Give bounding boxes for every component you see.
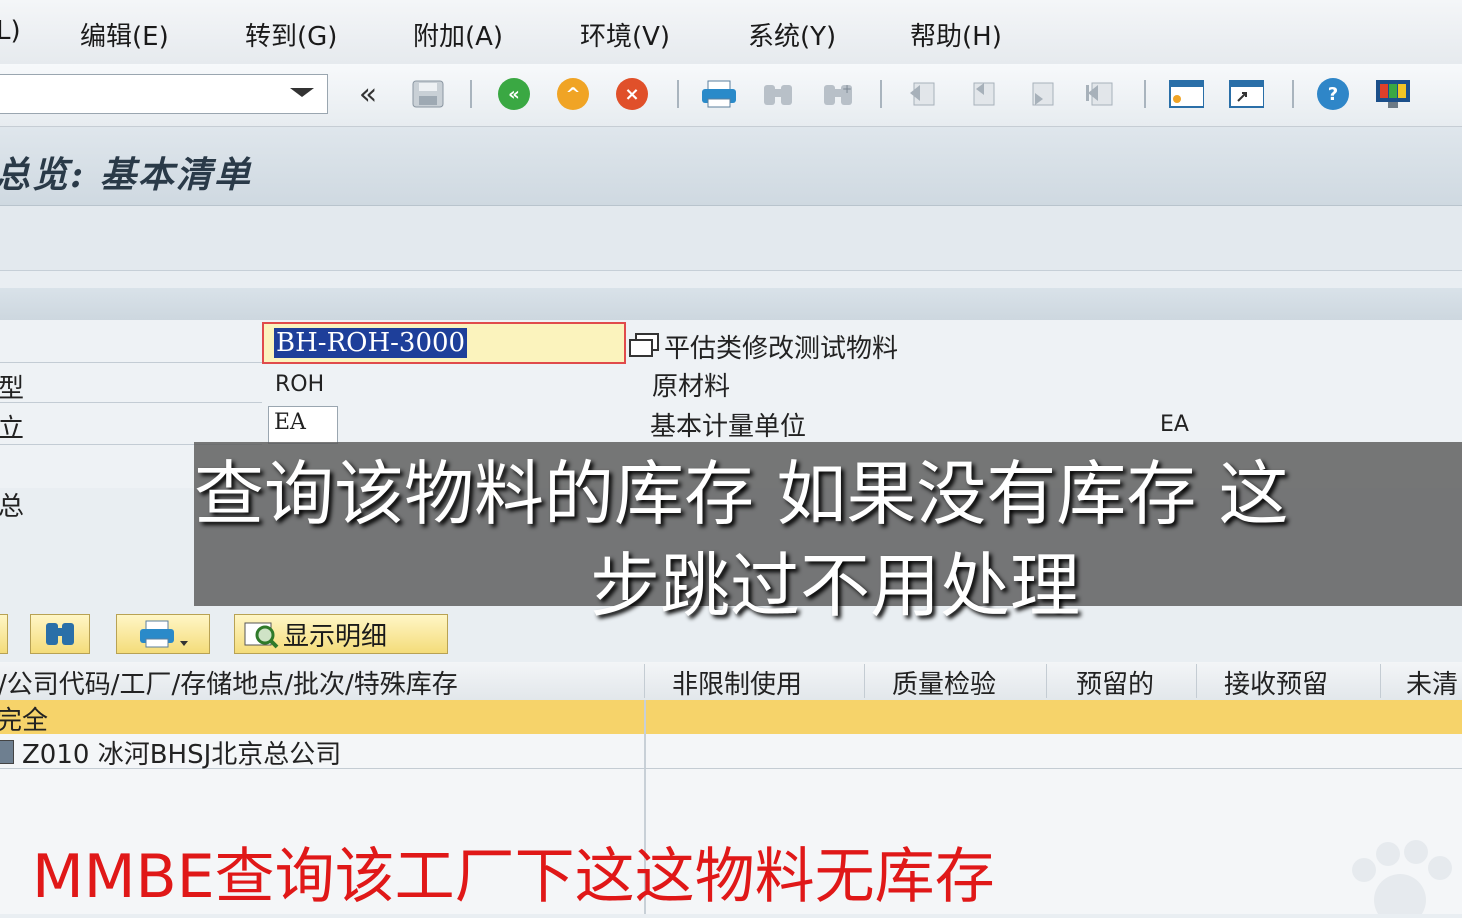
base-unit-value: EA: [274, 410, 306, 435]
find-button[interactable]: [30, 614, 90, 654]
company-node-icon[interactable]: [0, 740, 14, 764]
material-type-label: 型: [0, 374, 25, 404]
toolbar-separator: [1144, 80, 1146, 108]
material-value: BH-ROH-3000: [274, 328, 468, 358]
material-description: 平估类修改测试物料: [664, 334, 899, 364]
find-icon: [46, 623, 74, 645]
menu-item-environment[interactable]: 环境(V): [580, 16, 670, 53]
menu-item-edit[interactable]: 编辑(E): [80, 16, 169, 53]
print-icon[interactable]: [700, 78, 736, 110]
base-unit-description-value: EA: [1160, 412, 1189, 437]
toolbar-separator: [1292, 80, 1294, 108]
help-icon[interactable]: ?: [1315, 78, 1351, 110]
column-header-receipt-reserved[interactable]: 接收预留: [1224, 664, 1328, 701]
menu-item-list[interactable]: L): [0, 16, 21, 46]
display-detail-button[interactable]: 显示明细: [234, 614, 448, 654]
save-icon[interactable]: [410, 78, 446, 110]
material-type-description: 原材料: [652, 372, 731, 402]
column-header-hierarchy[interactable]: /公司代码/工厂/存储地点/批次/特殊库存: [0, 664, 458, 701]
cancel-icon[interactable]: ×: [614, 78, 650, 110]
menu-item-goto[interactable]: 转到(G): [245, 16, 337, 53]
next-page-icon[interactable]: [1024, 78, 1060, 110]
menu-bar: [0, 0, 1462, 65]
column-header-unrestricted[interactable]: 非限制使用: [672, 664, 802, 701]
back-icon[interactable]: «: [496, 78, 532, 110]
base-unit-label: 立: [0, 414, 25, 444]
application-toolbar: [0, 206, 1462, 271]
column-separator: [644, 664, 645, 698]
toolbar-separator: [470, 80, 472, 108]
table-row[interactable]: Z010 冰河BHSJ北京总公司: [22, 734, 341, 771]
find-icon[interactable]: [760, 78, 796, 110]
column-separator: [1380, 664, 1381, 698]
video-caption: MMBE查询该工厂下这这物料无库存: [32, 842, 995, 912]
paw-watermark-icon: [1290, 840, 1462, 918]
exit-icon[interactable]: ^: [555, 78, 591, 110]
form-header: [0, 288, 1462, 320]
collapse-button[interactable]: «: [350, 77, 386, 112]
column-separator: [1196, 664, 1197, 698]
column-header-reserved[interactable]: 预留的: [1076, 664, 1154, 701]
shortcut-icon[interactable]: [1228, 78, 1264, 110]
menu-item-system[interactable]: 系统(Y): [748, 16, 836, 53]
detail-magnifier-icon: [244, 622, 279, 649]
section-label: 总: [0, 492, 25, 522]
last-page-icon[interactable]: [1083, 78, 1119, 110]
table-row-total[interactable]: [0, 700, 1462, 734]
column-separator: [1046, 664, 1047, 698]
toolbar-separator: [880, 80, 882, 108]
subtitle-line-2: 步跳过不用处理: [590, 545, 1080, 627]
column-header-open[interactable]: 未清: [1406, 664, 1458, 701]
subtitle-line-1: 查询该物料的库存 如果没有库存 这: [194, 453, 1289, 535]
menu-item-extras[interactable]: 附加(A): [413, 16, 503, 53]
svg-text:+: +: [842, 82, 852, 96]
previous-page-icon[interactable]: [965, 78, 1001, 110]
menu-item-help[interactable]: 帮助(H): [910, 16, 1002, 53]
chevron-down-icon[interactable]: [290, 88, 314, 97]
print-button[interactable]: [116, 614, 210, 654]
display-detail-label: 显示明细: [283, 621, 388, 652]
first-page-icon[interactable]: [905, 78, 941, 110]
row-divider: [0, 362, 262, 363]
new-session-icon[interactable]: [1168, 78, 1204, 110]
command-field[interactable]: [0, 74, 328, 114]
total-row-label: 完全: [0, 706, 49, 736]
toolbar-button-partial[interactable]: [0, 614, 8, 654]
row-divider: [0, 402, 262, 403]
page-title: 总览: 基本清单: [0, 154, 252, 196]
find-next-icon[interactable]: +: [820, 78, 856, 110]
column-header-quality-inspection[interactable]: 质量检验: [892, 664, 996, 701]
toolbar-separator: [677, 80, 679, 108]
material-type-value: ROH: [275, 372, 325, 397]
column-separator: [864, 664, 865, 698]
copy-icon[interactable]: [628, 332, 660, 362]
print-icon: [140, 620, 188, 648]
customize-layout-icon[interactable]: [1374, 78, 1410, 110]
